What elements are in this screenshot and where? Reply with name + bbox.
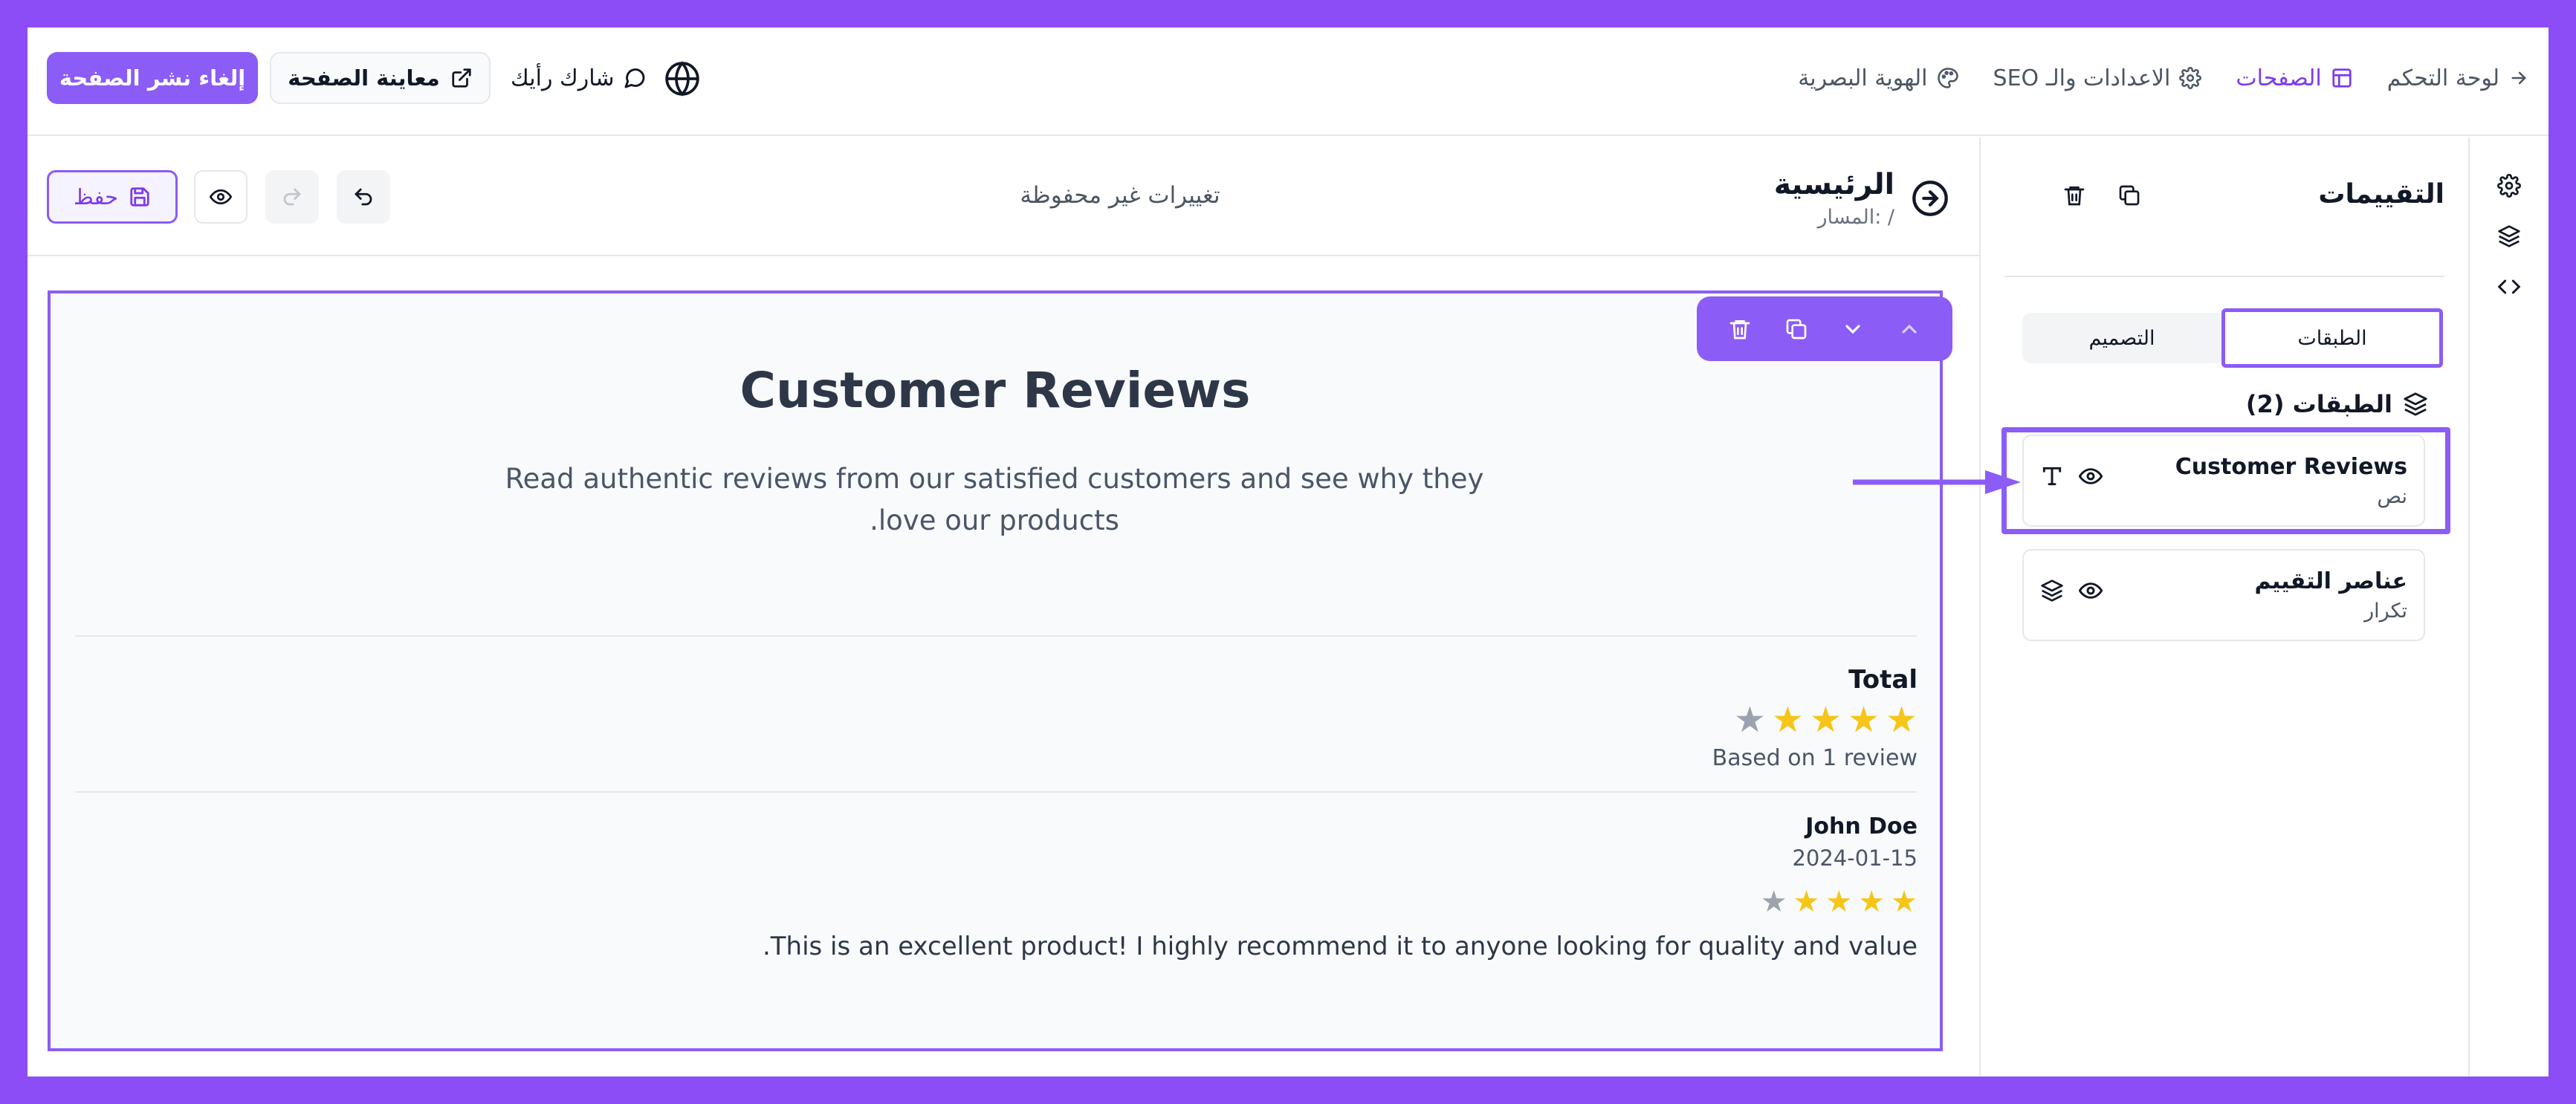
nav-dashboard-label: لوحة التحكم bbox=[2386, 65, 2499, 91]
annotation-arrow-icon bbox=[1853, 470, 2021, 494]
nav-pages-label: الصفحات bbox=[2236, 65, 2322, 91]
trash-icon bbox=[2064, 186, 2085, 206]
layer-name: عناصر التقييم bbox=[2254, 568, 2407, 594]
divider bbox=[75, 635, 1917, 637]
panel-tabs: التصميم الطبقات bbox=[2022, 308, 2443, 368]
total-label: Total bbox=[1848, 665, 1918, 695]
editor-toolbar: حفظ تغييرات غير محفوظة الرئيسية المسار: … bbox=[27, 137, 1979, 256]
layers-icon bbox=[2498, 225, 2520, 247]
star-icon: ★ bbox=[1793, 885, 1820, 919]
chat-bubble-icon bbox=[625, 68, 645, 88]
rail-code-button[interactable] bbox=[2495, 273, 2523, 301]
editor-area: حفظ تغييرات غير محفوظة الرئيسية المسار: … bbox=[27, 137, 1979, 1077]
globe-icon[interactable] bbox=[664, 60, 701, 97]
layers-icon bbox=[2404, 392, 2427, 416]
star-icon: ★ bbox=[1809, 699, 1842, 741]
panel-duplicate-button[interactable] bbox=[2113, 179, 2146, 212]
duplicate-icon bbox=[2119, 185, 2140, 206]
main-nav: لوحة التحكم الصفحات الاعدادات والـ SEO ا… bbox=[1798, 52, 2529, 104]
feedback-button[interactable]: شارك رأيك bbox=[511, 52, 647, 104]
layers-heading: الطبقات (2) bbox=[2246, 390, 2428, 418]
unpublish-label: إلغاء نشر الصفحة bbox=[59, 65, 246, 91]
section-subtitle[interactable]: Read authentic reviews from our satisfie… bbox=[496, 458, 1492, 542]
page-title: الرئيسية bbox=[1773, 168, 1894, 201]
eye-icon[interactable] bbox=[2079, 579, 2103, 603]
rating-summary: Total ★ ★ ★ ★ ★ Based on 1 review bbox=[1712, 665, 1918, 771]
chevron-up-icon[interactable] bbox=[1897, 317, 1921, 341]
review-stars: ★ ★ ★ ★ ★ bbox=[763, 887, 1918, 917]
redo-button[interactable] bbox=[265, 170, 319, 224]
settings-panel: التقييمات التصميم الطبقات الطبقات (2) Cu… bbox=[1979, 137, 2470, 1077]
undo-button[interactable] bbox=[337, 170, 390, 224]
icon-rail bbox=[2470, 137, 2549, 1077]
reviewer-name: John Doe bbox=[1805, 814, 1918, 840]
layers-heading-label: الطبقات (2) bbox=[2245, 390, 2392, 418]
nav-pages[interactable]: الصفحات bbox=[2236, 65, 2352, 91]
nav-dashboard[interactable]: لوحة التحكم bbox=[2387, 65, 2529, 91]
review-item: John Doe 2024-01-15 ★ ★ ★ ★ ★ This is an… bbox=[763, 814, 1918, 961]
nav-settings-label: الاعدادات والـ SEO bbox=[1993, 65, 2171, 91]
save-button[interactable]: حفظ bbox=[47, 170, 178, 224]
layer-type: تكرار bbox=[2364, 600, 2407, 623]
rail-layers-button[interactable] bbox=[2495, 222, 2523, 250]
review-text: This is an excellent product! I highly r… bbox=[762, 932, 1918, 961]
unsaved-changes-label: تغييرات غير محفوظة bbox=[1020, 182, 1220, 209]
star-icon: ★ bbox=[1858, 885, 1886, 919]
undo-icon bbox=[355, 188, 372, 206]
star-icon: ★ bbox=[1760, 885, 1787, 919]
rail-settings-button[interactable] bbox=[2495, 172, 2523, 200]
tab-design[interactable]: التصميم bbox=[2022, 313, 2221, 363]
nav-settings-seo[interactable]: الاعدادات والـ SEO bbox=[1993, 65, 2202, 91]
page-path: المسار: / bbox=[1817, 206, 1894, 229]
layers-icon bbox=[2041, 579, 2063, 602]
arrow-right-icon bbox=[2511, 71, 2526, 85]
total-stars: ★ ★ ★ ★ ★ bbox=[1712, 702, 1918, 738]
section-toolbar bbox=[1697, 296, 1952, 361]
star-icon: ★ bbox=[1885, 699, 1918, 741]
nav-branding[interactable]: الهوية البصرية bbox=[1798, 65, 1958, 91]
panel-delete-button[interactable] bbox=[2058, 179, 2091, 212]
top-bar: إلغاء نشر الصفحة معاينة الصفحة شارك رأيك… bbox=[27, 27, 2549, 136]
preview-page-button[interactable]: معاينة الصفحة bbox=[270, 52, 491, 104]
circle-arrow-right-icon[interactable] bbox=[1911, 179, 1949, 218]
chevron-down-icon[interactable] bbox=[1841, 317, 1865, 341]
save-label: حفظ bbox=[73, 184, 119, 210]
app-frame: إلغاء نشر الصفحة معاينة الصفحة شارك رأيك… bbox=[27, 27, 2549, 1077]
review-date: 2024-01-15 bbox=[1792, 845, 1918, 871]
eye-icon bbox=[210, 189, 232, 205]
reviews-section[interactable]: Customer Reviews Read authentic reviews … bbox=[48, 290, 1943, 1051]
highlight-box bbox=[2001, 427, 2450, 534]
star-icon: ★ bbox=[1733, 699, 1766, 741]
tab-layers[interactable]: الطبقات bbox=[2221, 308, 2443, 368]
panel-title: التقييمات bbox=[2318, 179, 2444, 210]
palette-icon bbox=[1937, 68, 1958, 88]
star-icon: ★ bbox=[1771, 699, 1804, 741]
unpublish-button[interactable]: إلغاء نشر الصفحة bbox=[47, 52, 258, 104]
trash-icon[interactable] bbox=[1728, 317, 1752, 341]
external-link-icon bbox=[452, 68, 471, 88]
duplicate-icon[interactable] bbox=[1784, 317, 1808, 341]
save-icon bbox=[130, 187, 149, 207]
star-icon: ★ bbox=[1847, 699, 1880, 741]
nav-branding-label: الهوية البصرية bbox=[1798, 65, 1928, 91]
redo-icon bbox=[283, 188, 301, 206]
divider bbox=[2004, 276, 2444, 277]
star-icon: ★ bbox=[1825, 885, 1853, 919]
code-icon bbox=[2497, 279, 2521, 294]
layer-item-rating-elements[interactable]: عناصر التقييم تكرار bbox=[2022, 549, 2425, 641]
pages-icon bbox=[2332, 68, 2352, 88]
preview-toggle-button[interactable] bbox=[194, 170, 247, 224]
divider bbox=[75, 791, 1917, 793]
gear-icon bbox=[2497, 174, 2521, 198]
gear-icon bbox=[2179, 67, 2202, 89]
star-icon: ★ bbox=[1891, 885, 1918, 919]
feedback-label: شارك رأيك bbox=[511, 65, 615, 91]
preview-label: معاينة الصفحة bbox=[288, 65, 440, 91]
page-info: الرئيسية المسار: / bbox=[1774, 161, 1949, 236]
review-count: Based on 1 review bbox=[1712, 745, 1918, 771]
section-title[interactable]: Customer Reviews bbox=[51, 362, 1940, 419]
